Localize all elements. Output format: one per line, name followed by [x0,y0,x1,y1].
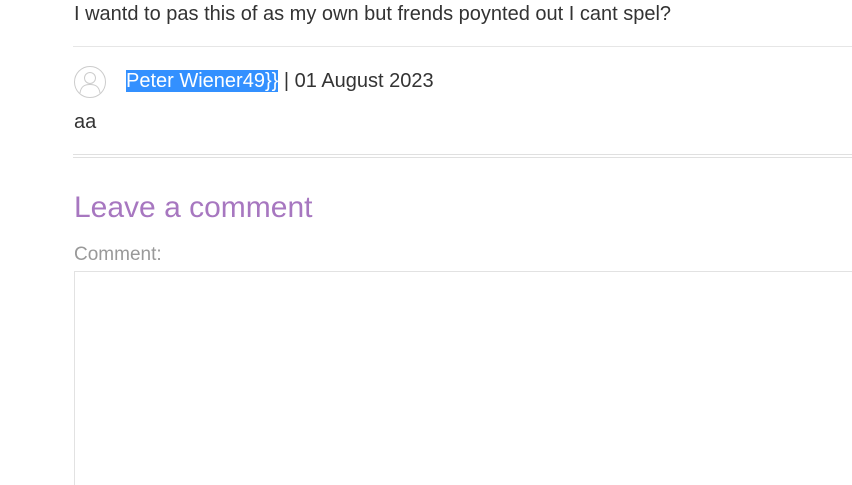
comment-body: aa [74,111,97,133]
comment-date: 01 August 2023 [294,70,434,92]
comment-textarea[interactable] [74,271,852,485]
comment-meta: Peter Wiener49}} | 01 August 2023 [126,69,434,93]
previous-comment-body: I wantd to pas this of as my own but fre… [74,3,672,25]
leave-comment-heading: Leave a comment [74,191,313,224]
comment-divider [73,46,852,47]
comments-end-divider [73,154,852,158]
comment-author[interactable]: Peter Wiener49}} [126,70,279,92]
comment-label: Comment: [74,244,162,265]
default-user-avatar-icon [74,66,106,98]
meta-separator: | [278,70,295,92]
page: I wantd to pas this of as my own but fre… [0,0,852,485]
